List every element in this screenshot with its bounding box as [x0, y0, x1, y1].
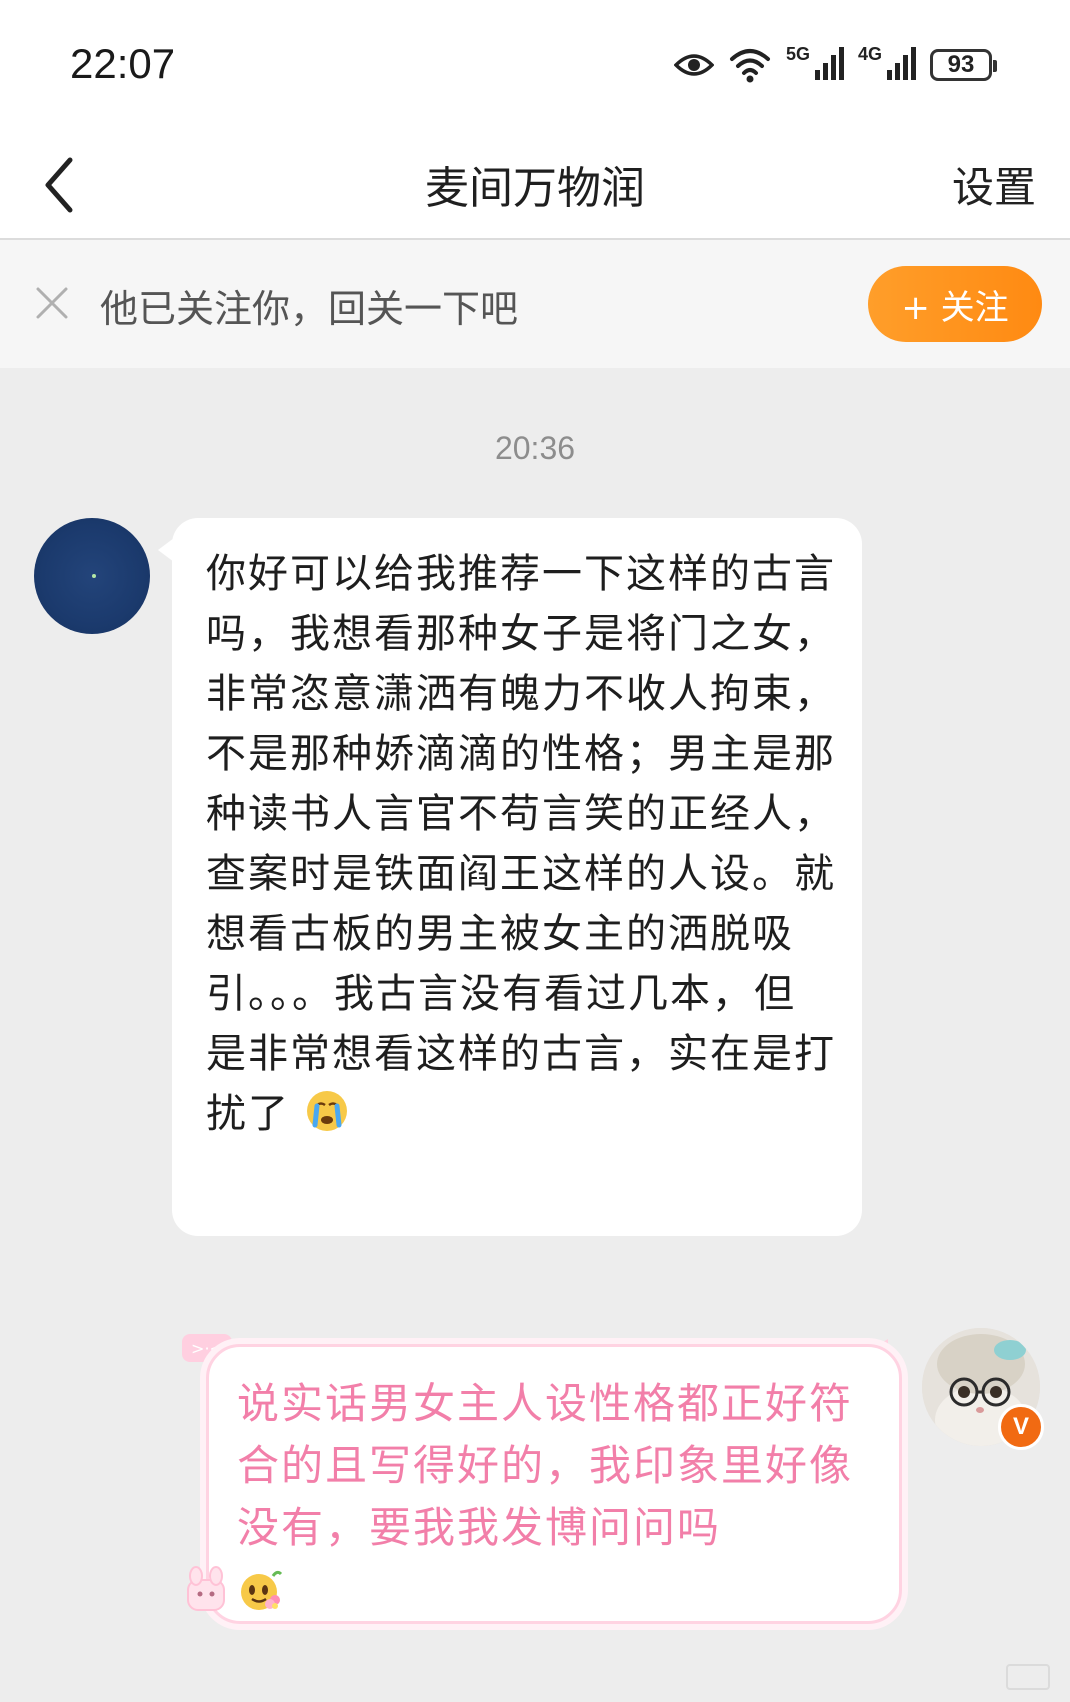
- avatar-star-dot: [92, 574, 96, 578]
- settings-button[interactable]: 设置: [952, 154, 1036, 215]
- crying-face-icon: [305, 1089, 349, 1150]
- chat-title: 麦间万物润: [425, 163, 645, 214]
- battery-icon: 93: [930, 49, 997, 81]
- flower-face-icon: [237, 1566, 285, 1631]
- message-timestamp: 20:36: [494, 430, 576, 466]
- sent-message-content: 说实话男女主人设性格都正好符合的且写得好的，我印象里好像没有，要我我发博问问吗: [237, 1379, 854, 1552]
- received-message-text: 你好可以给我推荐一下这样的古言吗，我想看那种女子是将门之女，非常恣意潇洒有魄力不…: [206, 544, 836, 1150]
- close-icon[interactable]: [34, 285, 70, 321]
- network-5g-label: 5G: [785, 44, 810, 64]
- corner-watermark: [1006, 1664, 1050, 1690]
- sender-avatar[interactable]: [34, 518, 150, 634]
- sent-message-bubble[interactable]: 说实话男女主人设性格都正好符合的且写得好的，我印象里好像没有，要我我发博问问吗: [206, 1344, 902, 1624]
- status-icons: 5G 4G 93: [673, 40, 997, 90]
- follow-prompt-bar: 他已关注你，回关一下吧 + 关注: [0, 240, 1070, 368]
- network-4g-label: 4G: [857, 44, 882, 64]
- eye-icon: [673, 51, 714, 79]
- bunny-decoration-icon: [178, 1566, 234, 1620]
- follow-prompt-text: 他已关注你，回关一下吧: [100, 287, 519, 331]
- verified-badge: V: [998, 1404, 1044, 1450]
- wifi-icon: [728, 45, 772, 85]
- received-message-content: 你好可以给我推荐一下这样的古言吗，我想看那种女子是将门之女，非常恣意潇洒有魄力不…: [206, 551, 836, 1137]
- sent-message-text: 说实话男女主人设性格都正好符合的且写得好的，我印象里好像没有，要我我发博问问吗: [237, 1373, 887, 1631]
- status-time: 22:07: [70, 40, 176, 87]
- received-message-bubble[interactable]: 你好可以给我推荐一下这样的古言吗，我想看那种女子是将门之女，非常恣意潇洒有魄力不…: [158, 518, 862, 1236]
- signal-5g-icon: [814, 46, 844, 84]
- signal-4g-icon: [886, 46, 916, 84]
- follow-button[interactable]: + 关注: [868, 266, 1042, 342]
- status-bar: 22:07 5G 4G 93: [0, 0, 1070, 130]
- nav-bar: 麦间万物润 设置: [0, 130, 1070, 240]
